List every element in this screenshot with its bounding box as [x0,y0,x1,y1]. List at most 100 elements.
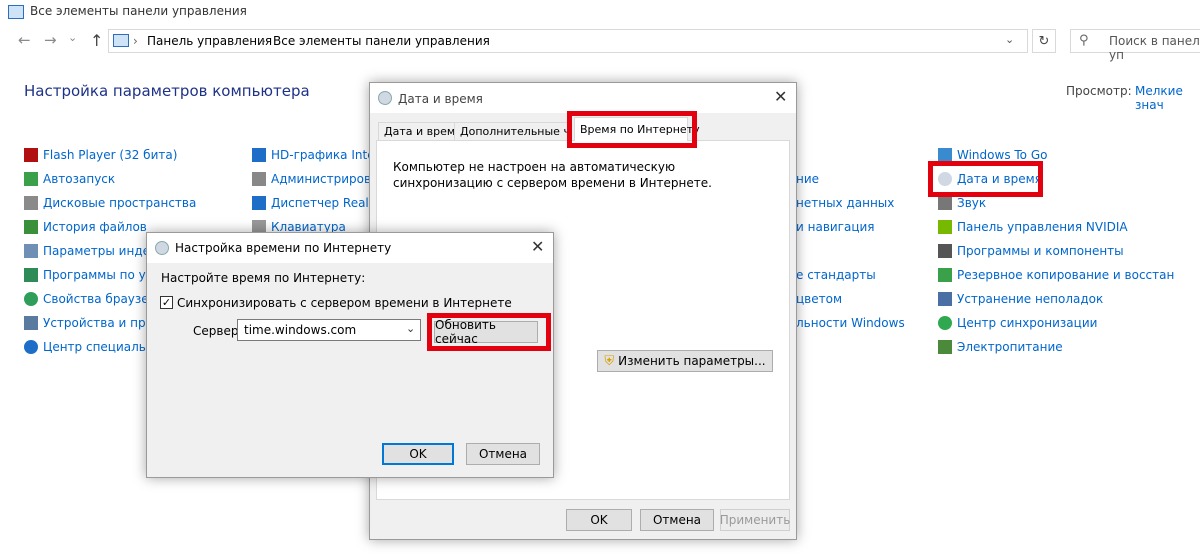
flash-icon [24,148,38,162]
autoplay-icon [24,172,38,186]
power-icon [938,340,952,354]
cp-item[interactable]: Flash Player (32 бита) [24,145,177,165]
cancel-button[interactable]: Отмена [466,443,540,465]
view-mode-link[interactable]: Мелкие знач [1135,84,1200,112]
cp-item[interactable]: Администрирован [252,169,386,189]
cp-item[interactable]: ние [796,169,819,189]
highlight-box [567,111,697,148]
cp-item-label: Центр синхронизации [957,316,1098,330]
breadcrumb-item[interactable]: Все элементы панели управления [273,34,490,48]
chevron-down-icon: ⌄ [406,322,416,335]
cp-item-label: ние [796,172,820,186]
shield-icon: ⛨ [604,353,615,369]
tab-additional-clocks[interactable]: Дополнительные часы [454,122,572,140]
cp-item-label: нетных данных [796,196,895,210]
cp-item[interactable]: нетных данных [796,193,894,213]
cp-item[interactable]: цветом [796,289,842,309]
back-icon[interactable]: ← [18,31,31,49]
cp-item[interactable]: Электропитание [938,337,1063,357]
cp-item[interactable]: Программы и компоненты [938,241,1124,261]
sync-checkbox-label: Синхронизировать с сервером времени в Ин… [177,296,512,310]
dialog-titlebar: Настройка времени по Интернету ✕ [147,233,553,263]
ease-of-access-icon [24,340,38,354]
speaker-icon [938,196,952,210]
forward-icon[interactable]: → [44,31,57,49]
sync-checkbox[interactable]: ✓ [160,296,173,309]
cp-item[interactable]: и навигация [796,217,875,237]
highlight-box [427,313,551,351]
search-placeholder: Поиск в панели уп [1109,34,1200,62]
indexing-icon [24,244,38,258]
cp-item[interactable]: Автозапуск [24,169,115,189]
highlight-box [928,161,1043,197]
internet-options-icon [24,292,38,306]
cp-item[interactable]: Резервное копирование и восстан [938,265,1174,285]
clock-icon [155,241,169,255]
ok-button[interactable]: OK [566,509,632,531]
cp-item-label: Дисковые пространства [43,196,197,210]
change-settings-button[interactable]: ⛨ Изменить параметры... [597,350,773,372]
clock-icon [378,91,392,105]
dialog-titlebar: Дата и время ✕ [370,83,796,113]
cp-item-label: е стандарты [796,268,876,282]
cp-item[interactable]: Устранение неполадок [938,289,1103,309]
server-label: Сервер: [193,324,243,338]
realtek-icon [252,196,266,210]
programs-icon [938,244,952,258]
server-select[interactable]: time.windows.com ⌄ [237,319,421,341]
address-box[interactable]: › Панель управления › Все элементы панел… [108,29,1028,53]
close-icon[interactable]: ✕ [531,237,544,256]
chevron-down-icon[interactable]: ⌄ [68,31,77,44]
server-value: time.windows.com [244,323,357,337]
cp-item-label: Резервное копирование и восстан [957,268,1175,282]
cp-item-label: льности Windows [796,316,905,330]
search-icon: ⚲ [1079,33,1089,48]
dialog-title: Дата и время [398,92,483,106]
cp-item[interactable]: Программы по умо [24,265,162,285]
settings-subtitle: Настройте время по Интернету: [161,271,366,285]
breadcrumb-separator: › [133,34,138,48]
breadcrumb-separator: › [261,34,266,48]
cp-item-label: Устранение неполадок [957,292,1104,306]
cp-item-label: Flash Player (32 бита) [43,148,178,162]
cp-item-label: Автозапуск [43,172,116,186]
internet-time-dialog: Настройка времени по Интернету ✕ Настрой… [146,232,554,478]
intel-graphics-icon [252,148,266,162]
cp-item[interactable]: Дисковые пространства [24,193,196,213]
view-label: Просмотр: [1066,84,1132,98]
cp-item-label: История файлов [43,220,147,234]
breadcrumb-item[interactable]: Панель управления [147,34,272,48]
cp-item[interactable]: льности Windows [796,313,905,333]
search-box[interactable]: ⚲ Поиск в панели уп [1070,29,1200,62]
windows-to-go-icon [938,148,952,162]
sync-status-message: Компьютер не настроен на автоматическую … [393,160,712,190]
admin-tools-icon [252,172,266,186]
cp-item-label: Программы по умо [43,268,163,282]
ok-button[interactable]: OK [382,443,454,465]
cp-item-label: Электропитание [957,340,1063,354]
cp-item-label: и навигация [796,220,875,234]
close-icon[interactable]: ✕ [774,87,787,106]
cp-item[interactable]: Свойства браузера [24,289,164,309]
cp-item-label: цветом [796,292,843,306]
up-icon[interactable]: ↑ [90,31,103,50]
cp-item[interactable]: Панель управления NVIDIA [938,217,1128,237]
control-panel-icon [8,5,24,19]
cp-item[interactable]: Диспетчер Realtek [252,193,388,213]
cancel-button[interactable]: Отмена [640,509,714,531]
cp-item[interactable]: Центр синхронизации [938,313,1097,333]
default-programs-icon [24,268,38,282]
cp-item[interactable]: е стандарты [796,265,876,285]
window-titlebar: Все элементы панели управления [0,0,1200,26]
control-panel-icon [113,34,129,47]
address-dropdown-icon[interactable]: ⌄ [1005,33,1014,46]
cp-item-label: Панель управления NVIDIA [957,220,1128,234]
apply-button[interactable]: Применить [720,509,790,531]
cp-item-label: Звук [957,196,987,210]
page-title: Настройка параметров компьютера [24,82,310,100]
sync-center-icon [938,316,952,330]
backup-icon [938,268,952,282]
cp-item[interactable]: История файлов [24,217,147,237]
file-history-icon [24,220,38,234]
refresh-icon[interactable]: ↻ [1032,29,1056,53]
